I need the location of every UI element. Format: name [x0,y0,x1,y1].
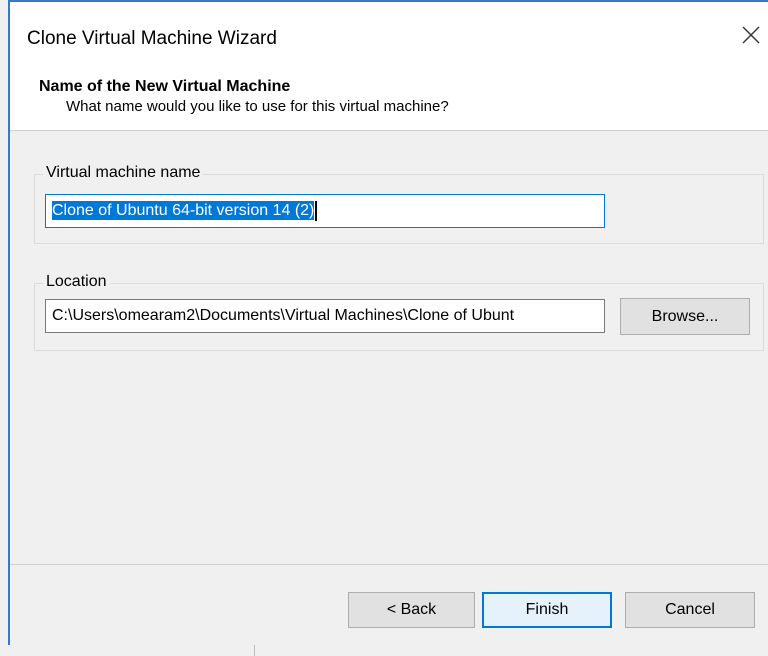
location-value: C:\Users\omearam2\Documents\Virtual Mach… [52,307,515,324]
page-subtitle: What name would you like to use for this… [66,98,449,115]
background-strip [0,645,768,656]
vm-name-label: Virtual machine name [43,163,204,183]
vm-name-selected-text: Clone of Ubuntu 64-bit version 14 (2) [52,201,315,220]
page-title: Name of the New Virtual Machine [39,78,291,95]
wizard-header: Name of the New Virtual Machine What nam… [10,74,768,131]
location-group: Location C:\Users\omearam2\Documents\Vir… [34,272,764,351]
background-divider [254,645,255,656]
wizard-footer: < Back Finish Cancel [10,564,768,646]
vm-name-group: Virtual machine name Clone of Ubuntu 64-… [34,163,764,244]
location-label: Location [43,272,110,292]
close-icon[interactable] [736,20,766,50]
location-input[interactable]: C:\Users\omearam2\Documents\Virtual Mach… [45,299,605,333]
clone-wizard-dialog: Clone Virtual Machine Wizard Name of the… [8,0,768,646]
text-caret [315,200,318,221]
vm-name-input[interactable]: Clone of Ubuntu 64-bit version 14 (2) [45,194,605,228]
window-title: Clone Virtual Machine Wizard [27,28,277,49]
cancel-button[interactable]: Cancel [625,592,755,628]
browse-button[interactable]: Browse... [620,298,750,335]
finish-button[interactable]: Finish [482,592,612,628]
title-bar: Clone Virtual Machine Wizard [10,2,768,74]
back-button[interactable]: < Back [348,592,475,628]
